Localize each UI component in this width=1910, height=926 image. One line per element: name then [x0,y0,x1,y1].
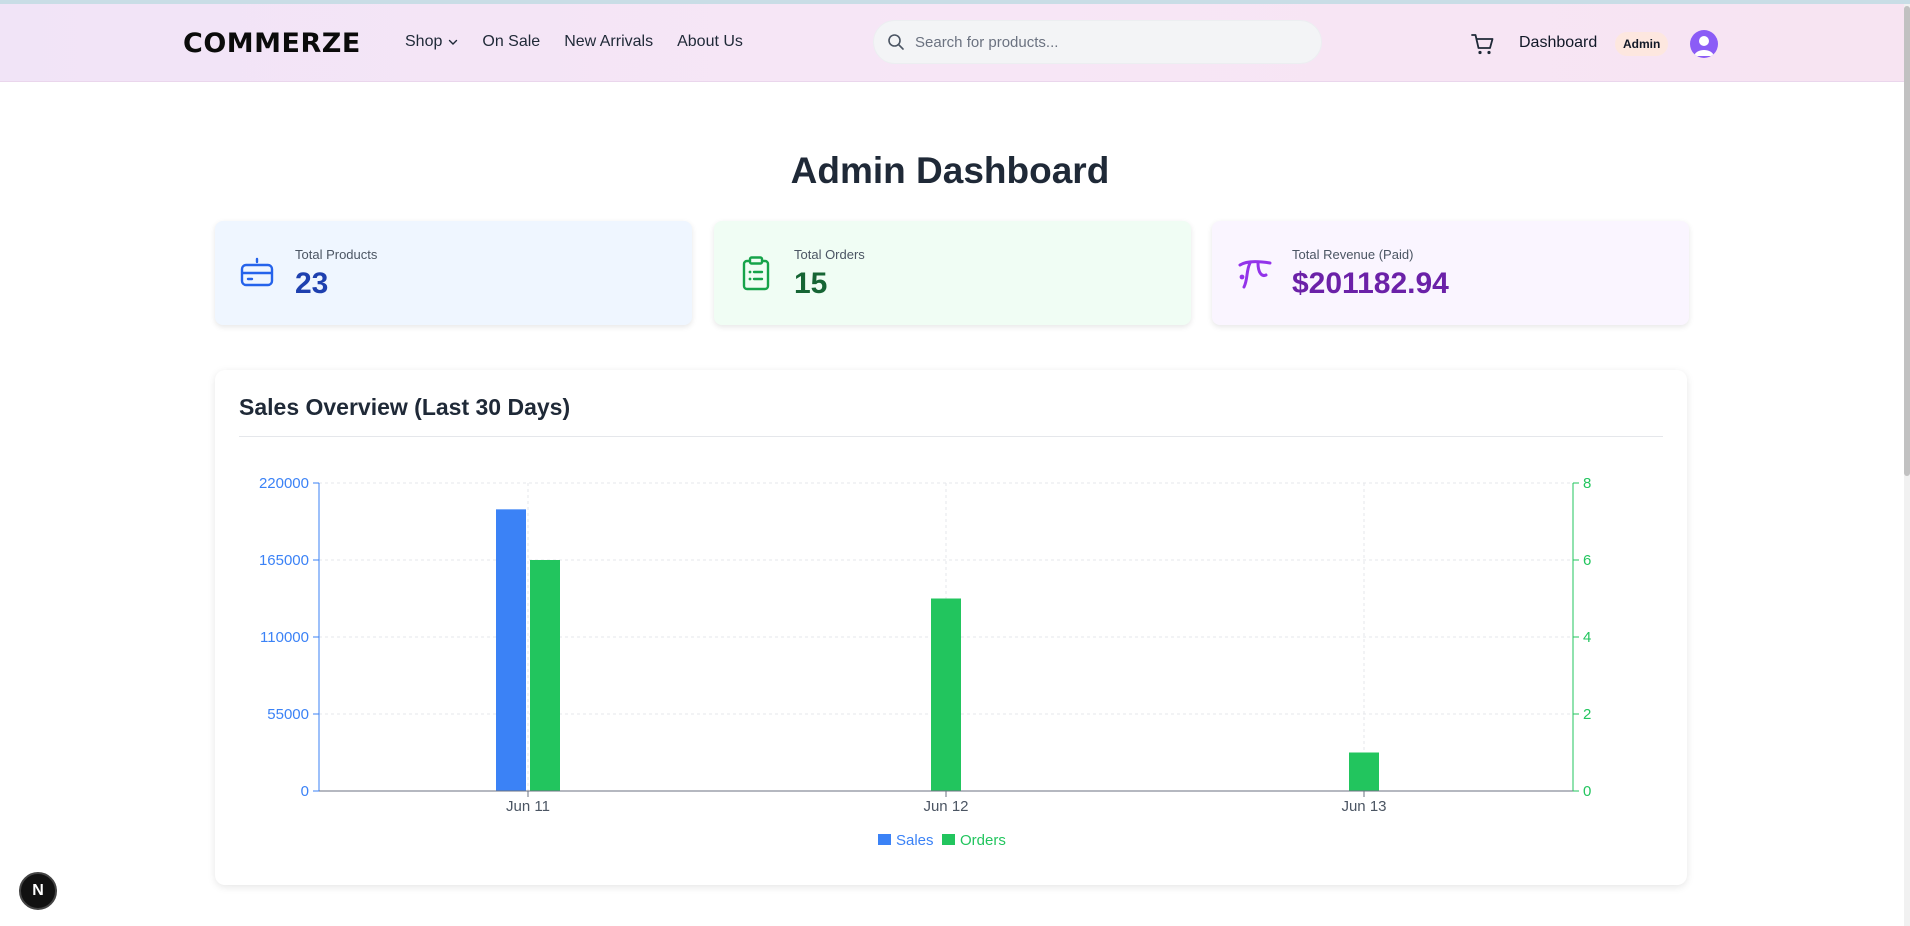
y-left-tick-label: 110000 [260,629,309,646]
legend-swatch [942,834,955,845]
bar-sales [496,509,526,791]
chevron-down-icon [449,39,458,45]
nav-shop-label: Shop [405,33,443,50]
search-bar [873,20,1322,64]
clipboard-list-icon [742,256,770,291]
y-left-tick-label: 220000 [259,475,309,492]
avatar[interactable] [1690,30,1718,58]
dev-tools-badge[interactable]: N [19,872,57,910]
nav-links: Shop On Sale New Arrivals About Us [405,33,743,51]
cart-icon[interactable] [1470,31,1496,57]
search-icon [888,34,904,50]
dashboard-link[interactable]: Dashboard [1519,34,1597,52]
stat-card-products: Total Products 23 [215,221,692,325]
page-title: Admin Dashboard [790,150,1110,191]
stat-label: Total Products [295,247,378,262]
stat-label: Total Orders [794,247,865,262]
box-icon [240,257,274,287]
role-badge: Admin [1615,32,1669,56]
stat-card-revenue: Total Revenue (Paid) $201182.94 [1212,221,1689,325]
y-right-tick-label: 4 [1583,629,1591,646]
sales-chart: 0 55000 110000 165000 220000 0 2 4 6 8 Jun 11 Jun 1… [259,475,1591,849]
scrollbar-thumb[interactable] [1904,6,1910,476]
stat-value: 15 [794,267,828,300]
nav-about-us[interactable]: About Us [677,33,743,51]
legend-swatch [878,834,891,845]
stat-value: 23 [295,267,329,300]
sales-overview-card: Sales Overview (Last 30 Days) 0 55000 1100… [215,370,1687,885]
y-right-tick-label: 0 [1583,783,1591,800]
stat-card-orders: Total Orders 15 [714,221,1191,325]
y-right-tick-label: 8 [1583,475,1591,492]
nav-new-arrivals[interactable]: New Arrivals [564,33,653,51]
bar-orders [931,598,961,791]
y-right-tick-label: 6 [1583,552,1591,569]
y-left-tick-label: 55000 [267,706,309,723]
user-icon [1694,36,1714,56]
nav-shop[interactable]: Shop [405,33,458,51]
nav-on-sale[interactable]: On Sale [482,33,540,51]
x-tick-label: Jun 12 [923,798,968,815]
stat-label: Total Revenue (Paid) [1292,247,1414,262]
search-input[interactable] [915,33,1295,51]
y-left-tick-label: 165000 [259,552,309,569]
bar-orders [530,560,560,791]
x-tick-label: Jun 11 [506,798,550,815]
navbar: COMMERZE Shop On Sale New Arrivals About… [0,4,1904,82]
bar-orders [1349,752,1379,791]
y-right-tick-label: 2 [1583,706,1591,723]
stat-value: $201182.94 [1292,267,1449,300]
legend-label: Sales [896,832,934,849]
y-left-tick-label: 0 [301,783,309,800]
brand-logo[interactable]: COMMERZE [183,28,361,59]
x-tick-label: Jun 13 [1341,798,1386,815]
legend-label: Orders [960,832,1006,849]
revenue-icon [1238,260,1272,289]
